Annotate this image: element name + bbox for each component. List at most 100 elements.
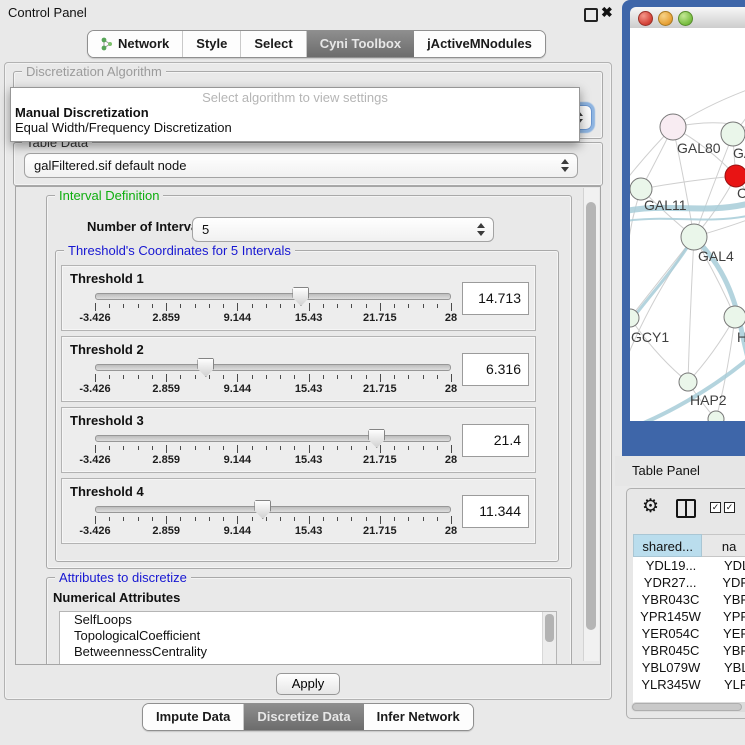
table-row[interactable]: YDL19...YDL1 [633, 557, 745, 574]
tab-discretize-data[interactable]: Discretize Data [244, 704, 363, 730]
network-window-titlebar[interactable] [630, 7, 745, 29]
list-scrollbar[interactable] [542, 612, 556, 665]
scrollbar-thumb[interactable] [632, 703, 742, 711]
network-canvas[interactable]: GAL80GACGAL11GAL4GCY1HHAP2 [630, 28, 745, 421]
cell-shared-name[interactable]: YPR145W [633, 608, 708, 625]
network-edge[interactable] [688, 237, 694, 382]
close-window-icon[interactable] [638, 11, 653, 26]
tab-cyni-toolbox[interactable]: Cyni Toolbox [307, 31, 414, 57]
network-edge[interactable] [630, 318, 688, 382]
hap2-node[interactable] [679, 373, 697, 391]
threshold-value-field[interactable]: 11.344 [462, 495, 529, 528]
numerical-attributes-list[interactable]: SelfLoopsTopologicalCoefficientBetweenne… [59, 611, 557, 665]
settings-scrollbar[interactable] [583, 188, 599, 661]
slider-ticks [95, 445, 451, 454]
checkbox-icon[interactable]: ✓ [710, 502, 721, 513]
network-edge-highlighted[interactable] [630, 237, 694, 328]
network-window[interactable]: GAL80GACGAL11GAL4GCY1HHAP2 [622, 0, 745, 456]
threshold-value-field[interactable]: 6.316 [462, 353, 529, 386]
threshold-slider[interactable]: -3.4262.8599.14415.4321.71528 [95, 337, 451, 401]
table-panel-titlebar: Table Panel [615, 456, 745, 486]
dropdown-option-manual-discretization[interactable]: Manual Discretization [11, 105, 579, 120]
node-label-ga: GA [733, 145, 745, 161]
cell-shared-name[interactable]: YIL052C [633, 693, 709, 697]
dropdown-option-equal-width-frequency-discretization[interactable]: Equal Width/Frequency Discretization [11, 120, 579, 135]
tab-infer-network[interactable]: Infer Network [364, 704, 473, 730]
threshold-slider[interactable]: -3.4262.8599.14415.4321.71528 [95, 408, 451, 472]
table-header: shared... na [633, 534, 745, 557]
minimize-window-icon[interactable] [658, 11, 673, 26]
num-intervals-combobox[interactable]: 5 [192, 217, 494, 242]
cell-name[interactable]: YDL1 [709, 557, 745, 574]
apply-button[interactable]: Apply [276, 673, 340, 695]
column-header-name[interactable]: na [702, 534, 745, 557]
split-view-icon[interactable] [676, 499, 696, 518]
pink-node[interactable] [660, 114, 686, 140]
cell-name[interactable]: YIL0 [709, 693, 745, 697]
cell-shared-name[interactable]: YDL19... [633, 557, 709, 574]
float-window-icon[interactable] [584, 8, 598, 22]
thresholds-group: Threshold's Coordinates for 5 Intervals … [55, 250, 559, 562]
attribute-item-selfloops[interactable]: SelfLoops [60, 612, 556, 628]
top-tab-bar: NetworkStyleSelectCyni ToolboxjActiveMNo… [87, 30, 546, 58]
red-node[interactable] [725, 165, 745, 187]
numerical-attributes-label: Numerical Attributes [53, 590, 180, 605]
cell-name[interactable]: YBL0 [709, 659, 745, 676]
network-edge-highlighted[interactable] [630, 216, 745, 221]
slider-track[interactable] [95, 506, 451, 513]
cell-name[interactable]: YBR0 [708, 591, 745, 608]
close-panel-icon[interactable]: ✖ [601, 4, 613, 21]
threshold-value-field[interactable]: 21.4 [462, 424, 529, 457]
network-edge[interactable] [630, 189, 641, 268]
network-edge[interactable] [641, 176, 736, 189]
cell-name[interactable]: YER0 [708, 625, 745, 642]
h-node[interactable] [724, 306, 745, 328]
tab-impute-data[interactable]: Impute Data [143, 704, 244, 730]
cell-shared-name[interactable]: YBR045C [633, 642, 708, 659]
threshold-slider[interactable]: -3.4262.8599.14415.4321.71528 [95, 479, 451, 543]
scrollbar-thumb[interactable] [586, 202, 596, 630]
tab-jactivemnodules[interactable]: jActiveMNodules [414, 31, 545, 57]
attribute-item-topologicalcoefficient[interactable]: TopologicalCoefficient [60, 628, 556, 644]
table-row[interactable]: YBR045CYBR0 [633, 642, 745, 659]
table-horizontal-scrollbar[interactable] [631, 702, 745, 712]
gear-icon[interactable]: ⚙ [642, 495, 659, 519]
threshold-slider[interactable]: -3.4262.8599.14415.4321.71528 [95, 266, 451, 330]
table-data-combobox[interactable]: galFiltered.sif default node [24, 153, 578, 178]
gal4-node[interactable] [681, 224, 707, 250]
cell-name[interactable]: YPR1 [708, 608, 745, 625]
slider-track[interactable] [95, 435, 451, 442]
tab-label: Impute Data [156, 704, 230, 730]
attribute-item-betweennesscentrality[interactable]: BetweennessCentrality [60, 644, 556, 660]
cell-shared-name[interactable]: YER054C [633, 625, 708, 642]
table-row[interactable]: YBR043CYBR0 [633, 591, 745, 608]
table-row[interactable]: YDR27...YDR2 [633, 574, 745, 591]
tab-label: Discretize Data [257, 704, 350, 730]
node-label-c: C [737, 185, 745, 201]
cell-name[interactable]: YLR3 [709, 676, 745, 693]
tab-select[interactable]: Select [241, 31, 306, 57]
slider-track[interactable] [95, 293, 451, 300]
threshold-value-field[interactable]: 14.713 [462, 282, 529, 315]
cell-shared-name[interactable]: YBL079W [633, 659, 709, 676]
tab-network[interactable]: Network [88, 31, 183, 57]
table-row[interactable]: YER054CYER0 [633, 625, 745, 642]
top-green-node[interactable] [721, 122, 745, 146]
column-header-shared-name[interactable]: shared... [633, 534, 702, 557]
cell-name[interactable]: YDR2 [707, 574, 745, 591]
table-row[interactable]: YBL079WYBL0 [633, 659, 745, 676]
cell-name[interactable]: YBR0 [708, 642, 745, 659]
slider-scale-labels: -3.4262.8599.14415.4321.71528 [95, 312, 451, 324]
slider-track[interactable] [95, 364, 451, 371]
cell-shared-name[interactable]: YLR345W [633, 676, 709, 693]
zoom-window-icon[interactable] [678, 11, 693, 26]
table-row[interactable]: YIL052CYIL0 [633, 693, 745, 697]
checkbox-icon[interactable]: ✓ [724, 502, 735, 513]
table-row[interactable]: YLR345WYLR3 [633, 676, 745, 693]
table-row[interactable]: YPR145WYPR1 [633, 608, 745, 625]
table-panel: ⚙ ✓ ✓ shared... na YDL19...YDL1YDR27...Y… [626, 488, 745, 719]
cell-shared-name[interactable]: YDR27... [633, 574, 707, 591]
cell-shared-name[interactable]: YBR043C [633, 591, 708, 608]
tab-style[interactable]: Style [183, 31, 241, 57]
group-title: Discretization Algorithm [22, 64, 166, 79]
